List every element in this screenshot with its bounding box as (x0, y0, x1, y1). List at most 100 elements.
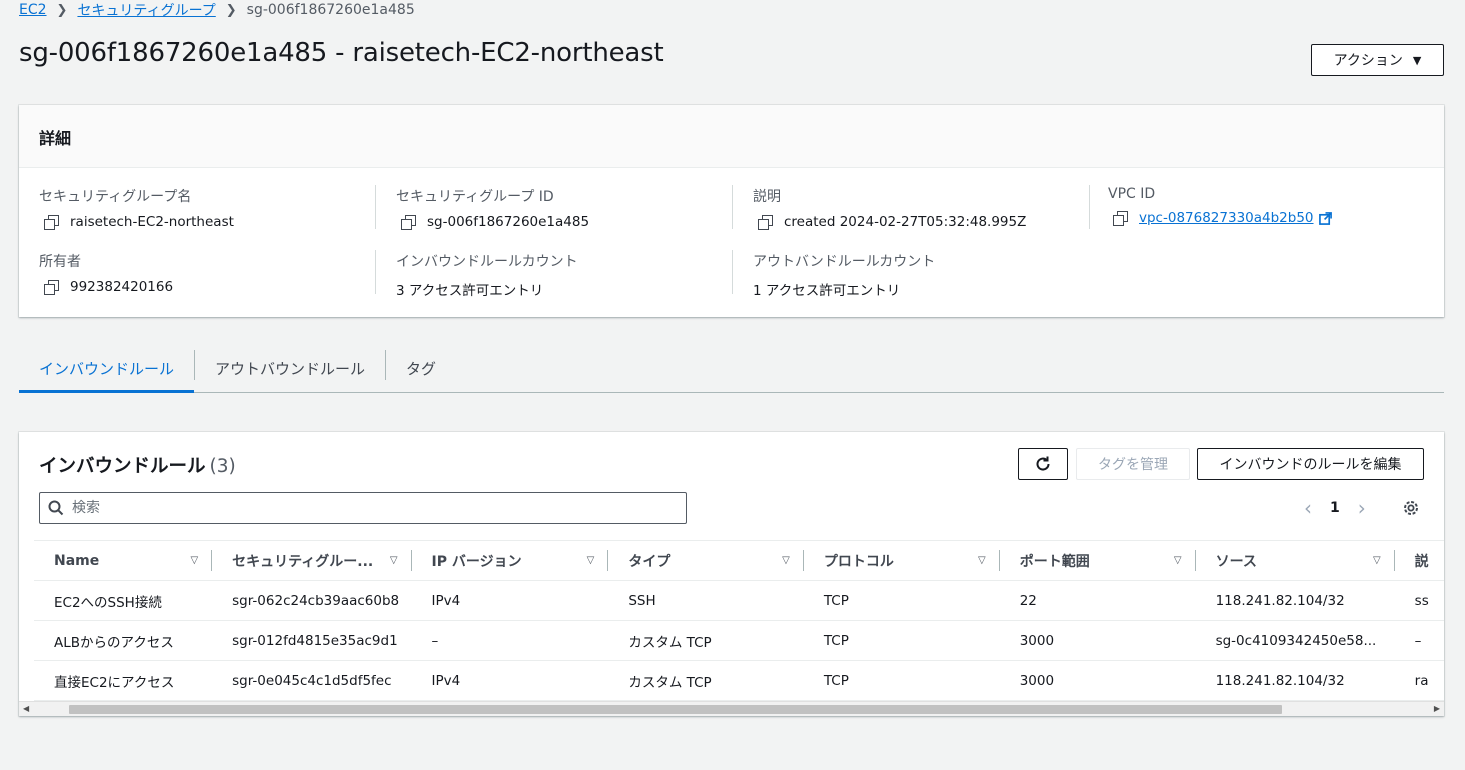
copy-icon[interactable] (44, 280, 59, 295)
sort-caret-icon[interactable]: ▽ (390, 555, 398, 566)
search-box (39, 492, 687, 524)
gear-icon[interactable] (1402, 499, 1420, 517)
tab-tags[interactable]: タグ (386, 344, 456, 392)
refresh-icon (1036, 456, 1050, 471)
breadcrumb-security-groups-link[interactable]: セキュリティグループ (77, 0, 215, 20)
cell-description: ra (1394, 660, 1444, 701)
copy-icon[interactable] (758, 215, 773, 230)
column-header-description[interactable]: 説 (1394, 540, 1444, 581)
column-divider (732, 250, 733, 294)
scroll-right-icon[interactable]: ▶ (1434, 704, 1440, 713)
column-header-source[interactable]: ソース ▽ (1195, 540, 1395, 581)
caret-down-icon: ▼ (1412, 53, 1422, 67)
field-value: created 2024-02-27T05:32:48.995Z (784, 214, 1027, 230)
column-header-protocol[interactable]: プロトコル ▽ (803, 540, 1000, 581)
column-divider (375, 250, 376, 294)
refresh-button[interactable] (1018, 448, 1068, 480)
cell-type: カスタム TCP (608, 660, 804, 701)
field-label: セキュリティグループ ID (396, 189, 554, 205)
sort-caret-icon[interactable]: ▽ (978, 555, 986, 566)
cell-source: 118.241.82.104/32 (1195, 660, 1395, 701)
cell-rule-id: sgr-062c24cb39aac60b8 (212, 580, 412, 621)
breadcrumb-current: sg-006f1867260e1a485 (246, 2, 415, 18)
search-input[interactable] (70, 499, 630, 517)
field-owner: 所有者 992382420166 (39, 251, 379, 295)
cell-rule-id: sgr-012fd4815e35ac9d1 (212, 620, 412, 661)
actions-button-label: アクション (1333, 53, 1403, 69)
breadcrumb-separator-icon: ❯ (225, 2, 237, 18)
column-header-name[interactable]: Name ▽ (34, 540, 213, 581)
cell-protocol: TCP (803, 660, 1000, 701)
copy-icon[interactable] (44, 215, 59, 230)
field-outbound-rule-count: アウトバンドルールカウント 1 アクセス許可エントリ (753, 251, 1093, 299)
inbound-rules-panel: インバウンドルール(3) タグを管理 インバウンドのルールを編集 ‹ 1 › N… (19, 432, 1444, 716)
actions-button[interactable]: アクション ▼ (1311, 44, 1444, 76)
table-row[interactable]: ALBからのアクセス sgr-012fd4815e35ac9d1 – カスタム … (34, 620, 1444, 661)
field-value: raisetech-EC2-northeast (70, 214, 234, 230)
copy-icon[interactable] (1113, 211, 1128, 226)
cell-port-range: 22 (999, 580, 1196, 621)
sort-caret-icon[interactable]: ▽ (1174, 555, 1182, 566)
field-label: VPC ID (1108, 186, 1156, 202)
sort-caret-icon[interactable]: ▽ (190, 555, 198, 566)
cell-name: 直接EC2にアクセス (34, 660, 213, 701)
field-label: セキュリティグループ名 (39, 189, 192, 205)
previous-page-icon[interactable]: ‹ (1304, 496, 1312, 520)
cell-port-range: 3000 (999, 660, 1196, 701)
cell-protocol: TCP (803, 580, 1000, 621)
column-header-rule-id[interactable]: セキュリティグルー... ▽ (212, 540, 412, 581)
cell-name: EC2へのSSH接続 (34, 580, 213, 621)
table-row[interactable]: EC2へのSSH接続 sgr-062c24cb39aac60b8 IPv4 SS… (34, 580, 1444, 621)
copy-icon[interactable] (401, 215, 416, 230)
page-number[interactable]: 1 (1330, 500, 1340, 516)
field-label: インバウンドルールカウント (396, 254, 578, 270)
page-title: sg-006f1867260e1a485 - raisetech-EC2-nor… (19, 38, 664, 68)
edit-inbound-rules-button[interactable]: インバウンドのルールを編集 (1197, 448, 1424, 480)
field-value: 992382420166 (70, 279, 174, 295)
field-value: sg-006f1867260e1a485 (427, 214, 590, 230)
search-icon (48, 500, 64, 516)
details-header: 詳細 (19, 105, 1444, 168)
field-value: 1 アクセス許可エントリ (753, 283, 901, 299)
inbound-rules-title: インバウンドルール (3) (39, 452, 236, 478)
cell-rule-id: sgr-0e045c4c1d5df5fec (212, 660, 412, 701)
table-row[interactable]: 直接EC2にアクセス sgr-0e045c4c1d5df5fec IPv4 カス… (34, 660, 1444, 701)
sort-caret-icon[interactable]: ▽ (782, 555, 790, 566)
scrollbar-thumb[interactable] (69, 705, 1282, 714)
cell-type: SSH (608, 580, 804, 621)
cell-source: sg-0c4109342450e58... (1195, 620, 1395, 661)
field-security-group-name: セキュリティグループ名 raisetech-EC2-northeast (39, 186, 379, 230)
inbound-rules-table: Name ▽ セキュリティグルー... ▽ IP バージョン ▽ タイプ ▽ プロトコル… (34, 540, 1444, 701)
manage-tags-button[interactable]: タグを管理 (1076, 448, 1190, 480)
field-value: 3 アクセス許可エントリ (396, 283, 544, 299)
horizontal-scrollbar[interactable]: ◀ ▶ (19, 701, 1444, 716)
tab-bar: インバウンドルール アウトバウンドルール タグ (19, 344, 1444, 393)
sort-caret-icon[interactable]: ▽ (587, 555, 595, 566)
details-panel: 詳細 セキュリティグループ名 raisetech-EC2-northeast セ… (19, 105, 1444, 317)
tab-inbound-rules[interactable]: インバウンドルール (19, 344, 195, 393)
scroll-left-icon[interactable]: ◀ (23, 704, 29, 713)
table-header-row: Name ▽ セキュリティグルー... ▽ IP バージョン ▽ タイプ ▽ プロトコル… (34, 540, 1444, 581)
inbound-rules-count: (3) (209, 456, 236, 477)
column-divider (375, 185, 376, 229)
cell-ip-version: IPv4 (411, 660, 609, 701)
cell-protocol: TCP (803, 620, 1000, 661)
cell-description: – (1394, 620, 1444, 661)
vpc-id-link[interactable]: vpc-0876827330a4b2b50 (1139, 210, 1314, 226)
next-page-icon[interactable]: › (1358, 496, 1366, 520)
column-header-ip-version[interactable]: IP バージョン ▽ (411, 540, 609, 581)
breadcrumb-ec2-link[interactable]: EC2 (19, 2, 47, 18)
cell-port-range: 3000 (999, 620, 1196, 661)
field-label: アウトバンドルールカウント (753, 254, 936, 270)
sort-caret-icon[interactable]: ▽ (1373, 555, 1381, 566)
column-header-port-range[interactable]: ポート範囲 ▽ (999, 540, 1196, 581)
field-inbound-rule-count: インバウンドルールカウント 3 アクセス許可エントリ (396, 251, 736, 299)
inbound-rules-heading: インバウンドルール (39, 456, 206, 477)
column-divider (732, 185, 733, 229)
tab-outbound-rules[interactable]: アウトバウンドルール (195, 344, 385, 392)
external-link-icon[interactable] (1318, 211, 1332, 225)
field-security-group-id: セキュリティグループ ID sg-006f1867260e1a485 (396, 186, 736, 230)
cell-ip-version: IPv4 (411, 580, 609, 621)
breadcrumb-separator-icon: ❯ (56, 2, 68, 18)
column-header-type[interactable]: タイプ ▽ (608, 540, 804, 581)
